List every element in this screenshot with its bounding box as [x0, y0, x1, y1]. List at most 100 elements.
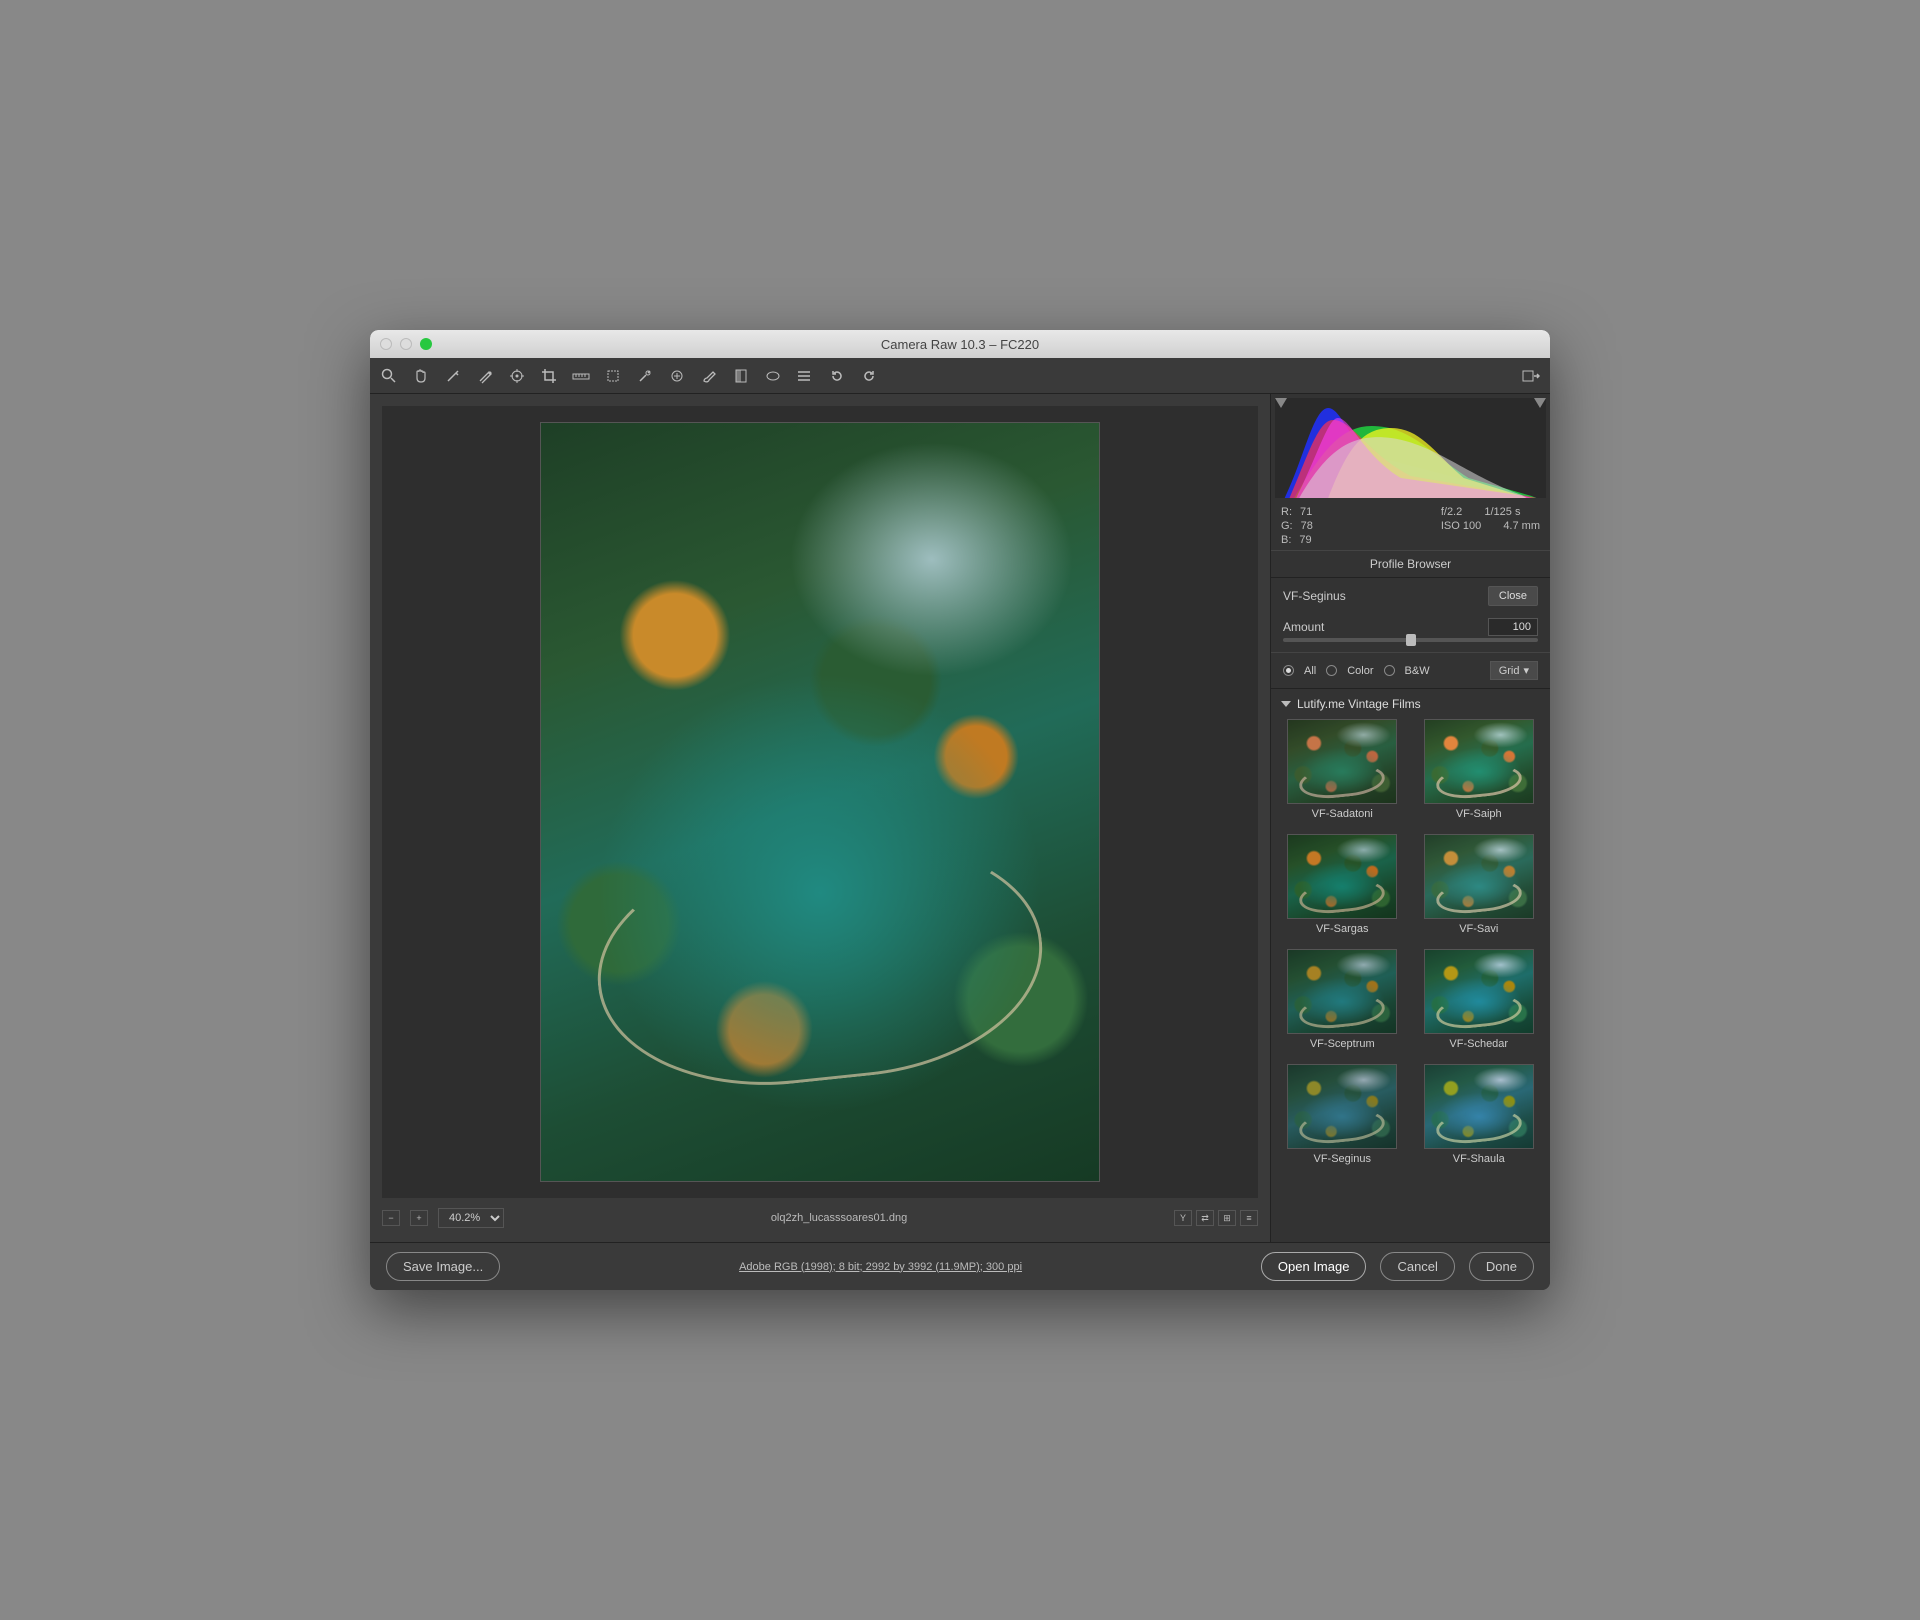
- profile-thumb[interactable]: VF-Sargas: [1281, 834, 1404, 935]
- profile-thumb-image: [1424, 834, 1534, 919]
- profile-thumb[interactable]: VF-Schedar: [1418, 949, 1541, 1050]
- readout-iso: ISO 100: [1441, 520, 1481, 532]
- cancel-button[interactable]: Cancel: [1380, 1252, 1454, 1281]
- filter-all-label: All: [1304, 665, 1316, 677]
- window-title: Camera Raw 10.3 – FC220: [370, 337, 1550, 352]
- profile-thumb-label: VF-Saiph: [1456, 808, 1502, 820]
- profile-thumb-image: [1287, 949, 1397, 1034]
- filter-bw-radio[interactable]: [1384, 665, 1395, 676]
- profile-group-header[interactable]: Lutify.me Vintage Films: [1271, 689, 1550, 719]
- profile-thumb[interactable]: VF-Saiph: [1418, 719, 1541, 820]
- preview-pane: − + 40.2% olq2zh_lucasssoares01.dng Y ⇄ …: [370, 394, 1270, 1242]
- amount-slider-thumb[interactable]: [1406, 634, 1416, 646]
- profile-group-name: Lutify.me Vintage Films: [1297, 697, 1421, 711]
- radial-filter-tool-icon[interactable]: [764, 367, 782, 385]
- profile-thumb-label: VF-Sadatoni: [1312, 808, 1373, 820]
- filter-color-label: Color: [1347, 665, 1373, 677]
- readout-focal: 4.7 mm: [1503, 520, 1540, 532]
- readout-shutter: 1/125 s: [1484, 506, 1520, 518]
- panel-title: Profile Browser: [1271, 550, 1550, 578]
- app-window: Camera Raw 10.3 – FC220 −: [370, 330, 1550, 1290]
- filter-all-radio[interactable]: [1283, 665, 1294, 676]
- profile-thumb-image: [1287, 834, 1397, 919]
- footer: Save Image... Adobe RGB (1998); 8 bit; 2…: [370, 1242, 1550, 1290]
- graduated-filter-tool-icon[interactable]: [732, 367, 750, 385]
- color-sampler-tool-icon[interactable]: [476, 367, 494, 385]
- amount-slider[interactable]: [1283, 638, 1538, 642]
- histogram[interactable]: [1275, 398, 1546, 498]
- photo-canvas: [540, 422, 1100, 1182]
- profile-thumb[interactable]: VF-Sceptrum: [1281, 949, 1404, 1050]
- red-eye-tool-icon[interactable]: [668, 367, 686, 385]
- profile-thumb[interactable]: VF-Savi: [1418, 834, 1541, 935]
- readout: R:71 G:78 B:79 f/2.2 1/125 s ISO 100 4.7…: [1271, 502, 1550, 550]
- view-mode-select[interactable]: Grid ▾: [1490, 661, 1538, 680]
- adjustment-brush-tool-icon[interactable]: [700, 367, 718, 385]
- image-preview[interactable]: [382, 406, 1258, 1198]
- sliders-icon[interactable]: ≡: [1240, 1210, 1258, 1226]
- close-browser-button[interactable]: Close: [1488, 586, 1538, 606]
- filter-bw-label: B&W: [1405, 665, 1430, 677]
- profile-thumb-label: VF-Seginus: [1314, 1153, 1371, 1165]
- toolbar: [370, 358, 1550, 394]
- filename-label: olq2zh_lucasssoares01.dng: [514, 1212, 1164, 1224]
- presets-tool-icon[interactable]: [796, 367, 814, 385]
- profile-thumb-label: VF-Savi: [1459, 923, 1498, 935]
- compare-view-icon[interactable]: ⇄: [1196, 1210, 1214, 1226]
- zoom-window-icon[interactable]: [420, 338, 432, 350]
- amount-input[interactable]: [1488, 618, 1538, 636]
- straighten-tool-icon[interactable]: [572, 367, 590, 385]
- white-balance-tool-icon[interactable]: [444, 367, 462, 385]
- zoom-select[interactable]: 40.2%: [438, 1208, 504, 1228]
- spot-removal-tool-icon[interactable]: [636, 367, 654, 385]
- close-window-icon[interactable]: [380, 338, 392, 350]
- preview-infobar: − + 40.2% olq2zh_lucasssoares01.dng Y ⇄ …: [382, 1206, 1258, 1230]
- export-icon[interactable]: [1522, 367, 1540, 385]
- profile-thumb-image: [1287, 719, 1397, 804]
- open-image-button[interactable]: Open Image: [1261, 1252, 1367, 1281]
- profile-thumb-image: [1424, 1064, 1534, 1149]
- profile-thumb-label: VF-Sceptrum: [1310, 1038, 1375, 1050]
- save-image-button[interactable]: Save Image...: [386, 1252, 500, 1281]
- readout-r-label: R:: [1281, 506, 1292, 518]
- readout-g-label: G:: [1281, 520, 1293, 532]
- profile-thumb-label: VF-Schedar: [1449, 1038, 1508, 1050]
- profile-thumb[interactable]: VF-Sadatoni: [1281, 719, 1404, 820]
- shrink-view-icon[interactable]: −: [382, 1210, 400, 1226]
- hand-tool-icon[interactable]: [412, 367, 430, 385]
- window-controls: [380, 338, 432, 350]
- filter-color-radio[interactable]: [1326, 665, 1337, 676]
- filter-row: All Color B&W Grid ▾: [1271, 652, 1550, 689]
- profile-thumb-label: VF-Sargas: [1316, 923, 1369, 935]
- right-panel: R:71 G:78 B:79 f/2.2 1/125 s ISO 100 4.7…: [1270, 394, 1550, 1242]
- rotate-cw-icon[interactable]: [860, 367, 878, 385]
- transform-tool-icon[interactable]: [604, 367, 622, 385]
- profile-thumb-label: VF-Shaula: [1453, 1153, 1505, 1165]
- target-adjust-tool-icon[interactable]: [508, 367, 526, 385]
- active-profile-name: VF-Seginus: [1283, 589, 1346, 603]
- shadow-clip-icon[interactable]: [1275, 398, 1287, 414]
- disclose-triangle-icon: [1281, 701, 1291, 707]
- amount-label: Amount: [1283, 620, 1324, 634]
- profile-thumb-image: [1287, 1064, 1397, 1149]
- readout-aperture: f/2.2: [1441, 506, 1462, 518]
- profile-thumb-image: [1424, 949, 1534, 1034]
- done-button[interactable]: Done: [1469, 1252, 1534, 1281]
- grow-view-icon[interactable]: +: [410, 1210, 428, 1226]
- profile-thumb-image: [1424, 719, 1534, 804]
- profile-thumb[interactable]: VF-Shaula: [1418, 1064, 1541, 1165]
- profile-thumb[interactable]: VF-Seginus: [1281, 1064, 1404, 1165]
- crop-tool-icon[interactable]: [540, 367, 558, 385]
- minimize-window-icon[interactable]: [400, 338, 412, 350]
- workflow-options-link[interactable]: Adobe RGB (1998); 8 bit; 2992 by 3992 (1…: [514, 1261, 1247, 1273]
- highlight-clip-icon[interactable]: [1534, 398, 1546, 414]
- chevron-down-icon: ▾: [1523, 664, 1529, 677]
- zoom-tool-icon[interactable]: [380, 367, 398, 385]
- readout-g-value: 78: [1301, 520, 1313, 532]
- profile-thumbs-scroll[interactable]: VF-Sadatoni VF-Saiph VF-Sargas VF-Savi VF-Sc…: [1271, 719, 1550, 1242]
- swap-view-icon[interactable]: ⊞: [1218, 1210, 1236, 1226]
- before-after-y-icon[interactable]: Y: [1174, 1210, 1192, 1226]
- rotate-ccw-icon[interactable]: [828, 367, 846, 385]
- readout-b-label: B:: [1281, 534, 1291, 546]
- readout-b-value: 79: [1299, 534, 1311, 546]
